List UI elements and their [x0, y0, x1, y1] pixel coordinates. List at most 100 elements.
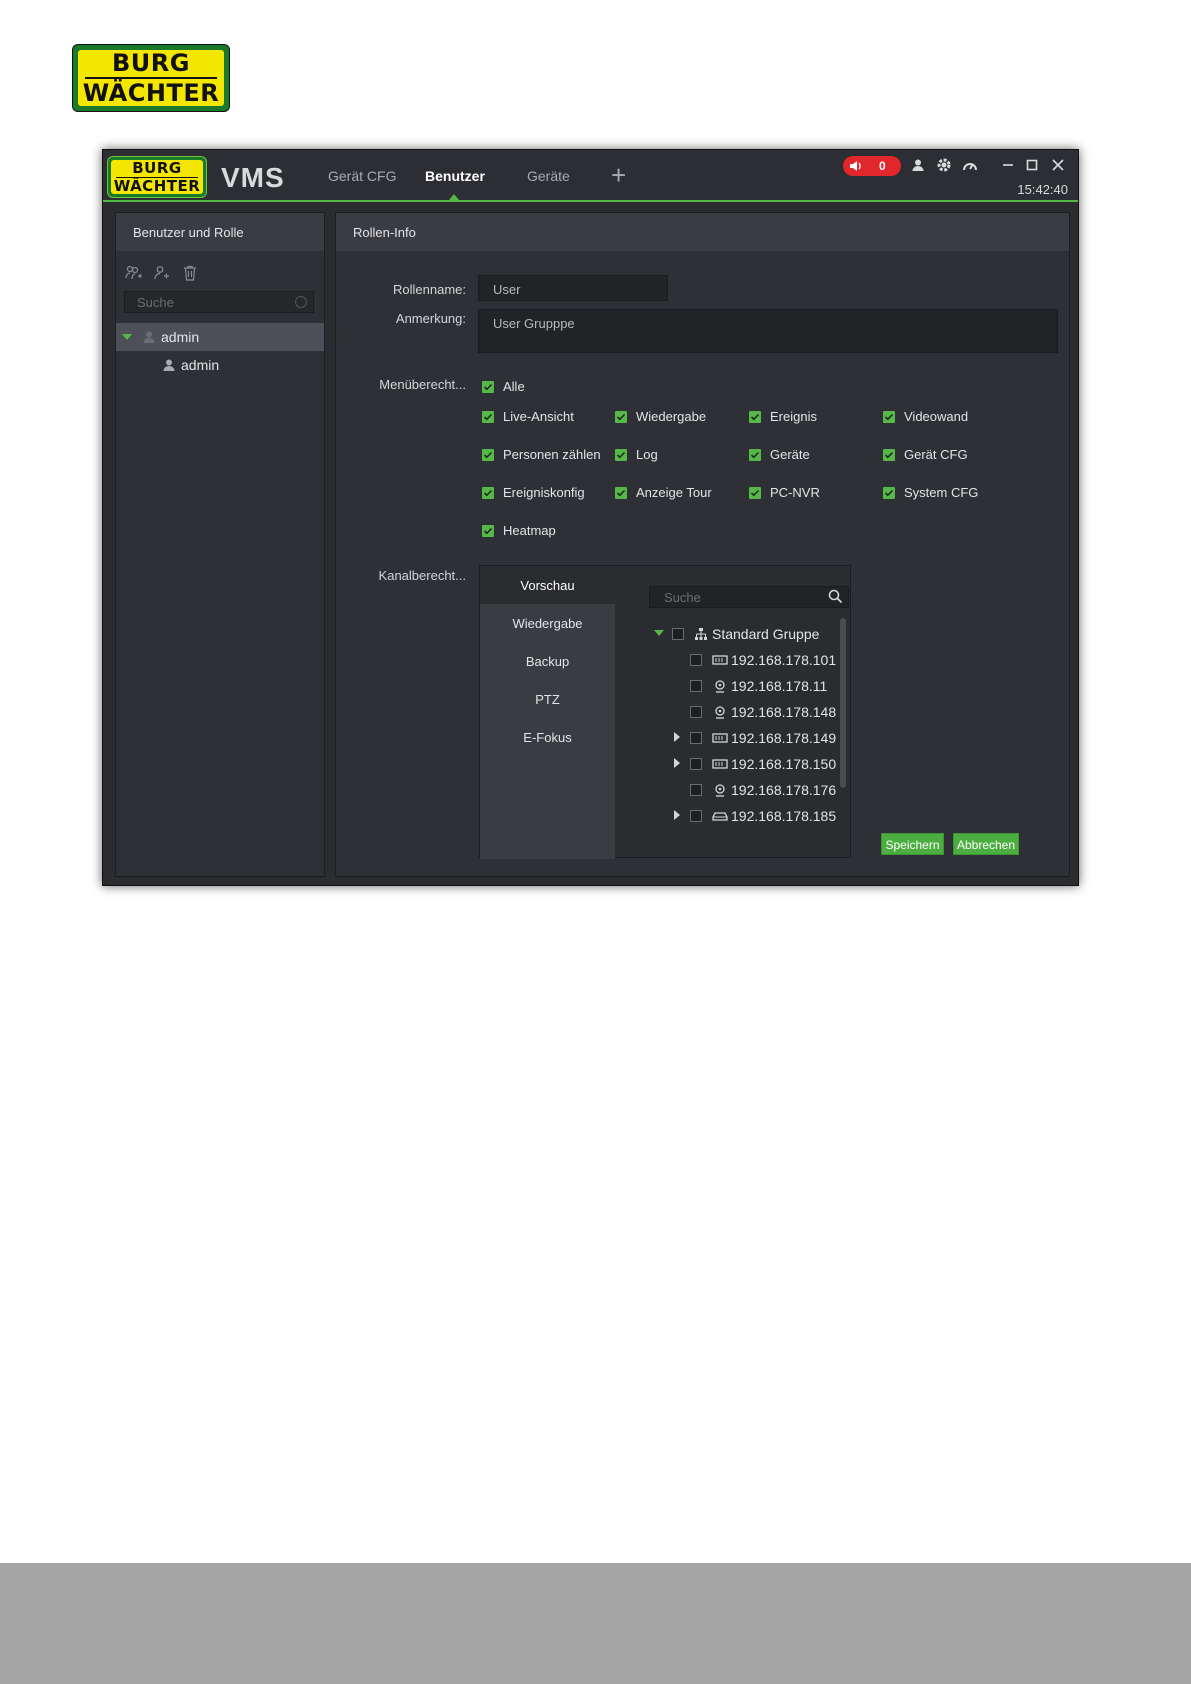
device-checkbox[interactable]	[690, 706, 702, 718]
gear-icon[interactable]	[935, 156, 953, 174]
add-role-icon[interactable]	[124, 263, 144, 283]
logo-line-2: WÄCHTER	[82, 79, 220, 107]
checkbox-heatmap[interactable]: Heatmap	[482, 523, 556, 538]
close-icon[interactable]	[1049, 156, 1067, 174]
checkbox-wiedergabe[interactable]: Wiedergabe	[615, 409, 706, 424]
add-user-icon[interactable]	[152, 263, 172, 283]
checkbox-ereignis[interactable]: Ereignis	[749, 409, 817, 424]
rolename-label: Rollenname:	[393, 282, 466, 297]
checkbox-label: Log	[636, 447, 658, 462]
device-label: 192.168.178.101	[731, 652, 837, 668]
tab-ptz[interactable]: PTZ	[480, 680, 615, 718]
rolename-input[interactable]: User	[478, 275, 668, 301]
chevron-right-icon[interactable]	[674, 732, 680, 742]
users-roles-title: Benutzer und Rolle	[116, 213, 324, 251]
device-checkbox[interactable]	[690, 758, 702, 770]
clock: 15:42:40	[1017, 182, 1068, 197]
burg-waechter-logo: BURG WÄCHTER	[72, 44, 230, 112]
device-row[interactable]: 192.168.178.149	[690, 726, 836, 750]
checkbox-label: Alle	[503, 379, 525, 394]
performance-gauge-icon[interactable]	[961, 156, 979, 174]
checkbox-personen-zaehlen[interactable]: Personen zählen	[482, 447, 601, 462]
tab-vorschau[interactable]: Vorschau	[480, 566, 615, 604]
device-row[interactable]: 192.168.178.148	[690, 700, 836, 724]
checkbox-ereigniskonfig[interactable]: Ereigniskonfig	[482, 485, 585, 500]
chevron-down-icon[interactable]	[654, 630, 664, 636]
add-tab-icon[interactable]: +	[611, 162, 626, 188]
role-info-panel: Rollen-Info Rollenname: User Anmerkung: …	[335, 212, 1070, 877]
nvr-icon	[712, 655, 728, 665]
note-textarea[interactable]: User Grupppe	[478, 309, 1058, 353]
tree-item-label: admin	[181, 357, 220, 373]
checkbox-checked-icon	[482, 448, 494, 461]
checkbox-geraet-cfg[interactable]: Gerät CFG	[883, 447, 968, 462]
device-checkbox[interactable]	[690, 654, 702, 666]
alarm-badge[interactable]: 0	[843, 156, 901, 176]
checkbox-checked-icon	[482, 410, 494, 423]
device-row[interactable]: 192.168.178.185	[690, 804, 836, 828]
minimize-icon[interactable]	[999, 156, 1017, 174]
chevron-down-icon[interactable]	[122, 334, 132, 340]
tree-item-admin-role[interactable]: admin	[116, 323, 324, 351]
device-row[interactable]: 192.168.178.176	[690, 778, 836, 802]
checkbox-checked-icon	[482, 524, 494, 537]
channel-permission-tabs: Vorschau Wiedergabe Backup PTZ E-Fokus	[480, 566, 615, 859]
checkbox-label: Wiedergabe	[636, 409, 707, 424]
tab-benutzer[interactable]: Benutzer	[425, 168, 485, 184]
checkbox-all[interactable]: Alle	[482, 379, 525, 394]
search-icon	[295, 296, 307, 308]
save-button[interactable]: Speichern	[881, 833, 944, 855]
checkbox-pc-nvr[interactable]: PC-NVR	[749, 485, 820, 500]
search-icon[interactable]	[828, 589, 843, 604]
checkbox-videowand[interactable]: Videowand	[883, 409, 968, 424]
checkbox-geraete[interactable]: Geräte	[749, 447, 810, 462]
tab-backup[interactable]: Backup	[480, 642, 615, 680]
app-logo: BURG WÄCHTER	[107, 156, 207, 198]
checkbox-label: Anzeige Tour	[636, 485, 712, 500]
device-row[interactable]: 192.168.178.101	[690, 648, 836, 672]
user-toolbar	[124, 263, 200, 283]
device-label: 192.168.178.176	[731, 782, 837, 798]
checkbox-label: Live-Ansicht	[503, 409, 574, 424]
checkbox-label: Personen zählen	[503, 447, 601, 462]
device-label: 192.168.178.185	[731, 808, 837, 824]
device-row[interactable]: 192.168.178.11	[690, 674, 827, 698]
checkbox-log[interactable]: Log	[615, 447, 658, 462]
users-roles-panel: Benutzer und Rolle Suche admin admin	[115, 212, 325, 877]
role-info-title: Rollen-Info	[336, 213, 1069, 251]
tab-e-fokus[interactable]: E-Fokus	[480, 718, 615, 756]
device-checkbox[interactable]	[690, 810, 702, 822]
group-label: Standard Gruppe	[712, 626, 820, 642]
device-checkbox[interactable]	[690, 680, 702, 692]
user-icon[interactable]	[909, 156, 927, 174]
chevron-right-icon[interactable]	[674, 758, 680, 768]
checkbox-checked-icon	[749, 486, 761, 499]
user-search-input[interactable]: Suche	[124, 291, 314, 313]
camera-icon	[715, 784, 725, 797]
user-icon	[163, 359, 175, 371]
channel-search-input[interactable]: Suche	[649, 586, 849, 608]
manual-page: BURG WÄCHTER BURG WÄCHTER VMS Gerät CFG …	[0, 0, 1191, 1684]
checkbox-checked-icon	[883, 448, 895, 461]
checkbox-checked-icon	[749, 410, 761, 423]
group-checkbox[interactable]	[672, 628, 684, 640]
tree-item-admin-user[interactable]: admin	[116, 351, 324, 379]
device-checkbox[interactable]	[690, 732, 702, 744]
channel-list-scrollbar[interactable]	[840, 618, 846, 788]
checkbox-anzeige-tour[interactable]: Anzeige Tour	[615, 485, 712, 500]
checkbox-system-cfg[interactable]: System CFG	[883, 485, 978, 500]
cancel-button[interactable]: Abbrechen	[953, 833, 1019, 855]
maximize-icon[interactable]	[1023, 156, 1041, 174]
tab-wiedergabe[interactable]: Wiedergabe	[480, 604, 615, 642]
delete-icon[interactable]	[180, 263, 200, 283]
camera-icon	[715, 706, 725, 719]
device-label: 192.168.178.148	[731, 704, 837, 720]
tab-geraet-cfg[interactable]: Gerät CFG	[328, 168, 396, 184]
chevron-right-icon[interactable]	[674, 810, 680, 820]
group-row-standard[interactable]: Standard Gruppe	[672, 622, 819, 646]
alarm-count: 0	[879, 159, 886, 173]
checkbox-live-ansicht[interactable]: Live-Ansicht	[482, 409, 574, 424]
device-row[interactable]: 192.168.178.150	[690, 752, 836, 776]
tab-geraete[interactable]: Geräte	[527, 168, 570, 184]
device-checkbox[interactable]	[690, 784, 702, 796]
